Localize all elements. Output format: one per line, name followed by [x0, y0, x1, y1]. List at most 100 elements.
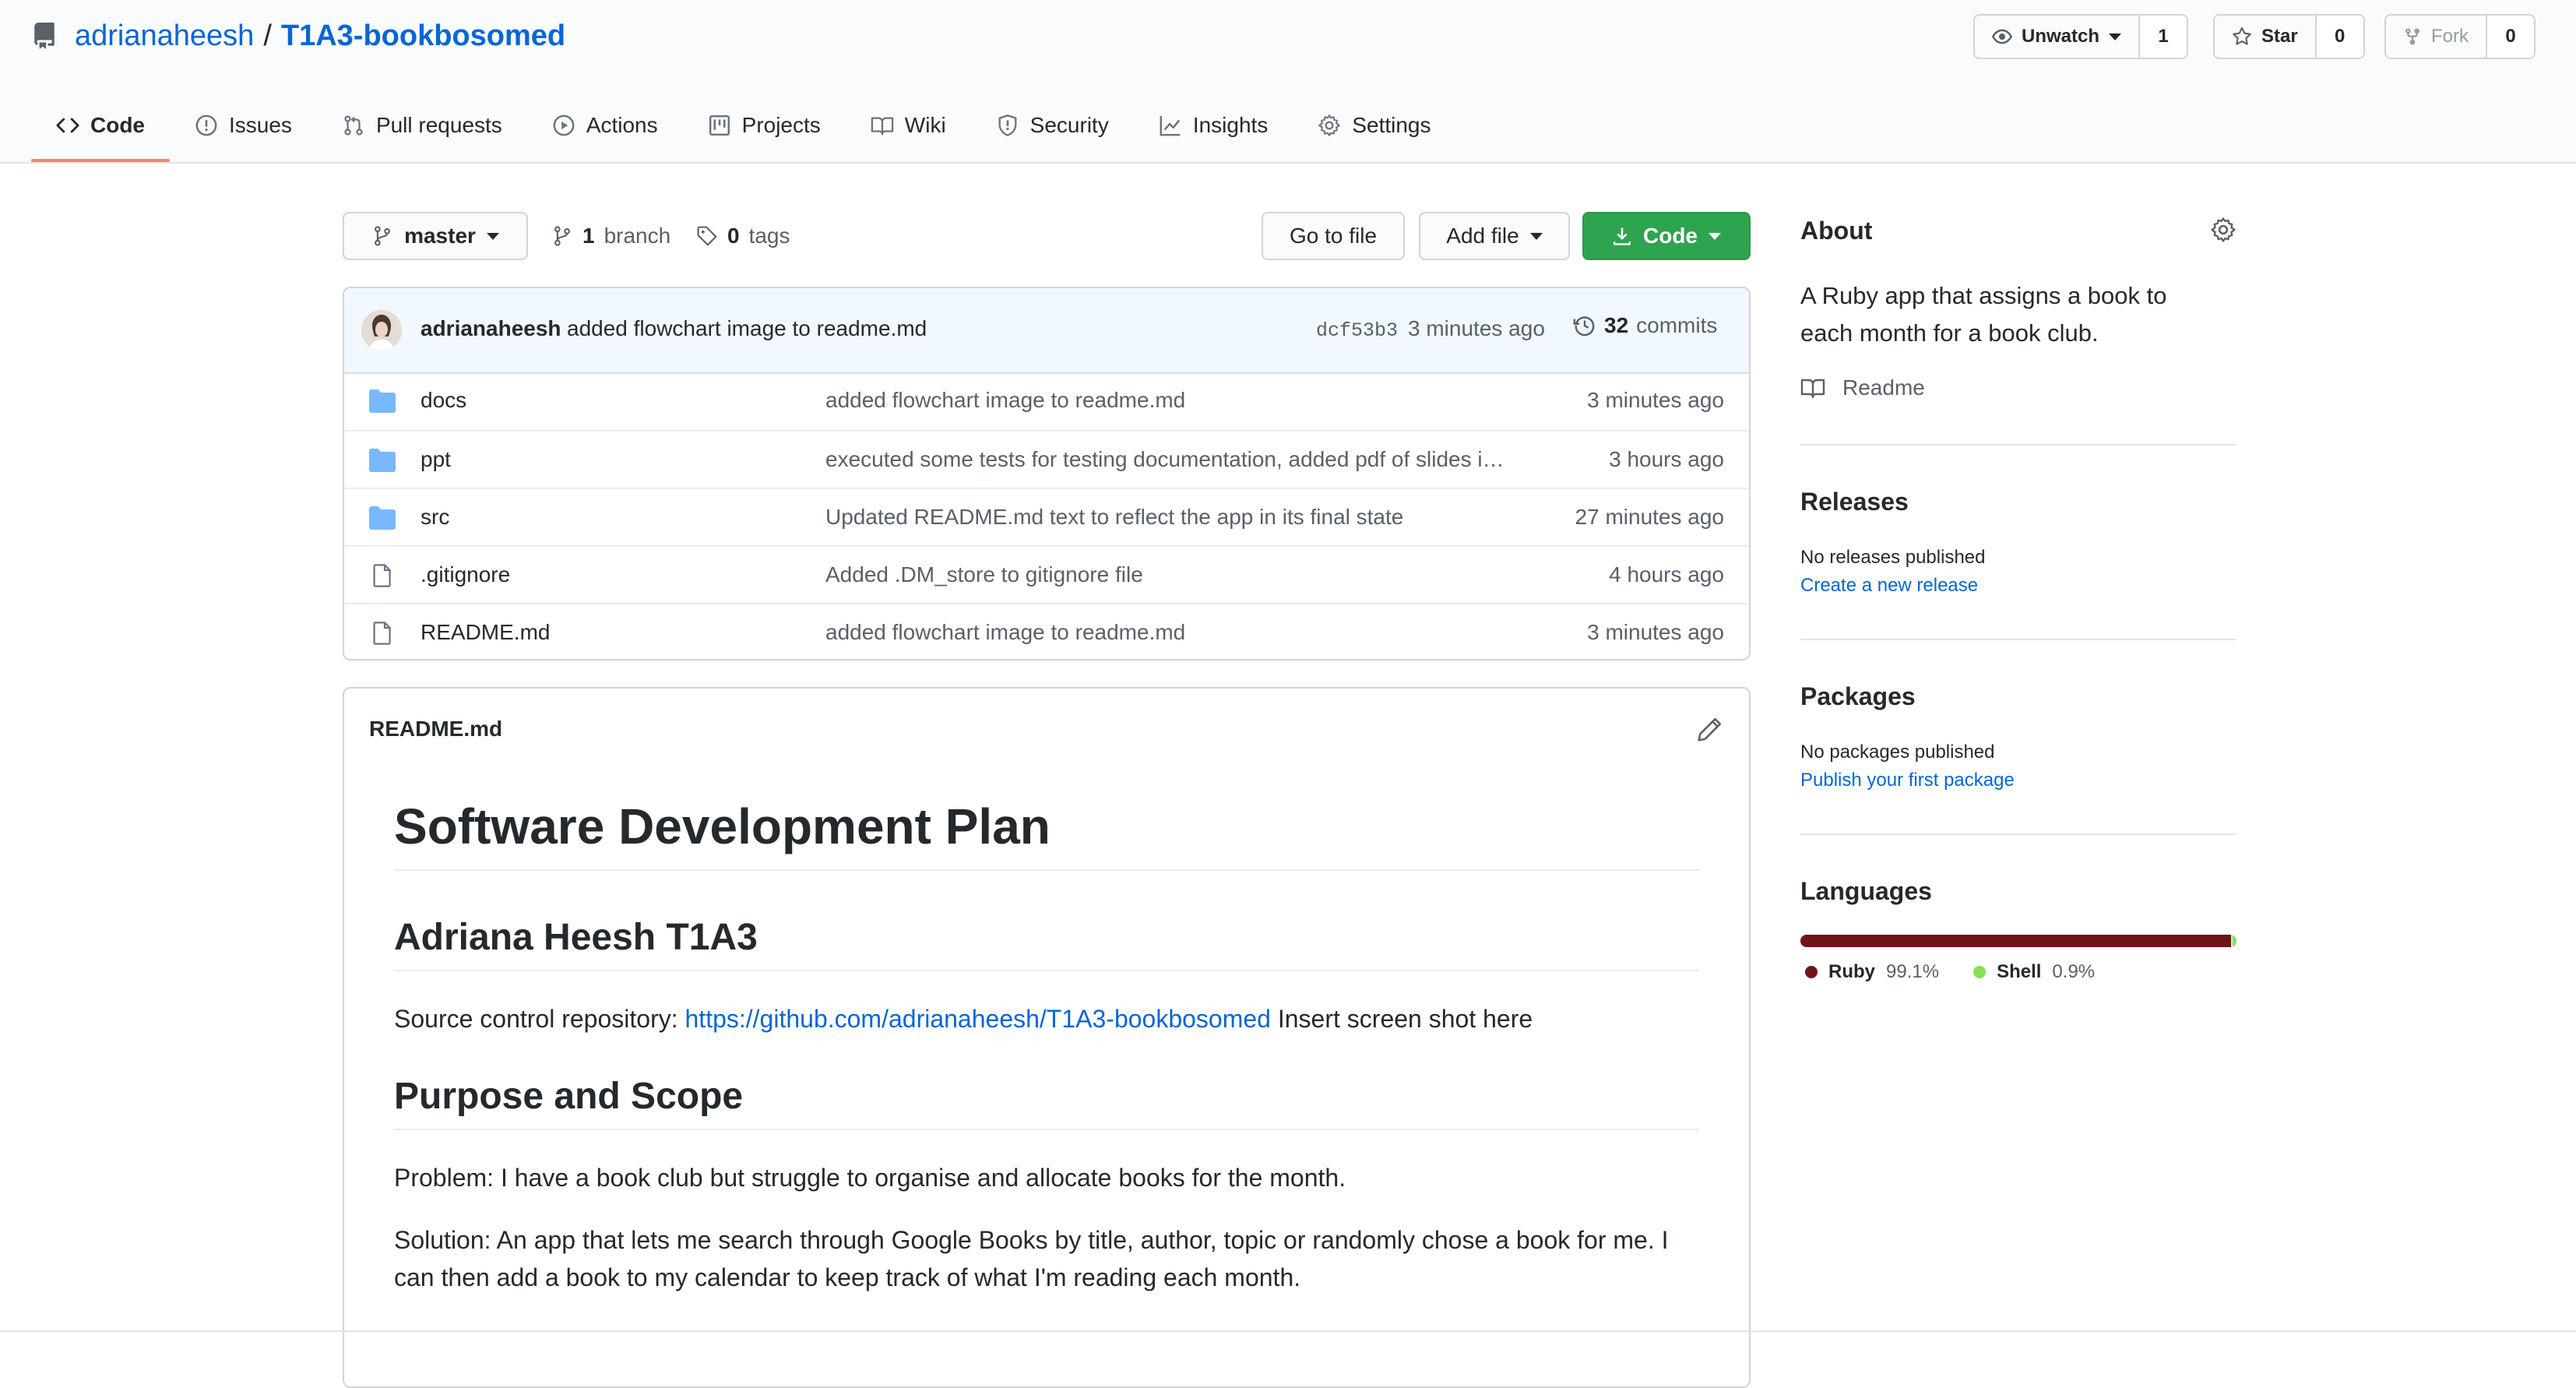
tags-link[interactable]: 0 tags	[696, 212, 790, 260]
file-row[interactable]: ppt executed some tests for testing docu…	[344, 430, 1749, 489]
tab-actions[interactable]: Actions	[527, 90, 683, 160]
commit-time: 3 minutes ago	[1408, 316, 1545, 340]
chevron-down-icon	[2109, 33, 2122, 41]
branch-icon	[375, 226, 391, 246]
star-button[interactable]: Star	[2215, 16, 2315, 58]
file-commit-message[interactable]: Updated README.md text to reflect the ap…	[825, 505, 1526, 530]
file-commit-message[interactable]: Added .DM_store to gitignore file	[825, 562, 1526, 587]
unwatch-button[interactable]: Unwatch	[1975, 16, 2138, 58]
readme-heading-1: Software Development Plan	[394, 798, 1699, 871]
tab-projects[interactable]: Projects	[683, 90, 846, 160]
commit-sha[interactable]: dcf53b3	[1316, 319, 1398, 342]
star-icon	[2233, 26, 2251, 45]
packages-empty-text: No packages published	[1800, 742, 1995, 763]
branch-select-button[interactable]: master	[343, 212, 528, 260]
file-commit-message[interactable]: added flowchart image to readme.md	[825, 388, 1526, 413]
readme-header: README.md	[344, 689, 1749, 774]
fork-button-group: Fork 0	[2384, 14, 2536, 59]
repo-name-link[interactable]: T1A3-bookbosomed	[281, 19, 565, 53]
chevron-down-icon	[486, 232, 499, 240]
commit-author[interactable]: adrianaheesh	[421, 316, 561, 341]
file-row[interactable]: README.md added flowchart image to readm…	[344, 603, 1749, 659]
commits-link[interactable]: 32 commits	[1573, 313, 1717, 338]
readme-sidebar-link[interactable]: Readme	[1800, 375, 1925, 400]
languages-heading: Languages	[1800, 877, 1932, 905]
tab-label: Insights	[1192, 113, 1269, 137]
add-file-label: Add file	[1446, 224, 1519, 248]
file-age: 4 hours ago	[1609, 562, 1724, 587]
pencil-icon[interactable]	[1696, 717, 1723, 743]
packages-heading[interactable]: Packages	[1800, 682, 1916, 711]
repo-owner-link[interactable]: adrianaheesh	[75, 19, 254, 53]
source-tail: Insert screen shot here	[1277, 1005, 1533, 1033]
add-file-button[interactable]: Add file	[1419, 212, 1570, 260]
tab-security[interactable]: Security	[971, 90, 1134, 160]
readme-source-paragraph: Source control repository: https://githu…	[394, 1000, 1699, 1037]
tab-pull-requests[interactable]: Pull requests	[317, 90, 527, 160]
language-item-shell[interactable]: Shell 0.9%	[1973, 961, 2095, 983]
star-button-group: Star 0	[2213, 14, 2365, 59]
tab-wiki[interactable]: Wiki	[846, 90, 971, 160]
language-item-ruby[interactable]: Ruby 99.1%	[1805, 961, 1939, 983]
language-name: Ruby	[1828, 961, 1875, 982]
download-icon	[1614, 227, 1631, 245]
branches-link[interactable]: 1 branch	[551, 212, 670, 260]
gear-icon[interactable]	[2210, 217, 2236, 243]
file-age: 3 minutes ago	[1587, 620, 1724, 644]
latest-commit-bar: adrianaheesh added flowchart image to re…	[344, 288, 1749, 374]
file-row[interactable]: src Updated README.md text to reflect th…	[344, 488, 1749, 547]
readme-heading-purpose: Purpose and Scope	[394, 1075, 1699, 1130]
branch-icon	[554, 226, 570, 246]
project-icon	[709, 114, 730, 136]
file-row[interactable]: docs added flowchart image to readme.md …	[344, 372, 1749, 430]
file-name[interactable]: docs	[421, 388, 466, 413]
readme-solution-line: can then add a book to my calendar to ke…	[394, 1263, 1301, 1291]
eye-icon	[1992, 29, 2012, 44]
folder-icon	[369, 389, 396, 413]
folder-icon	[369, 506, 396, 530]
star-count[interactable]: 0	[2314, 16, 2363, 58]
releases-heading[interactable]: Releases	[1800, 488, 1909, 516]
watch-count[interactable]: 1	[2138, 16, 2187, 58]
code-download-button[interactable]: Code	[1582, 212, 1751, 260]
pull-request-icon	[344, 115, 363, 136]
tab-settings[interactable]: Settings	[1293, 90, 1455, 160]
tab-code[interactable]: Code	[31, 90, 170, 162]
tab-insights[interactable]: Insights	[1134, 90, 1293, 160]
fork-button[interactable]: Fork	[2386, 16, 2486, 58]
file-age: 3 minutes ago	[1587, 388, 1724, 412]
tab-label: Actions	[586, 113, 658, 137]
history-icon	[1573, 316, 1595, 336]
file-name[interactable]: src	[421, 505, 449, 530]
avatar[interactable]	[361, 310, 402, 351]
file-icon	[373, 622, 391, 645]
tab-label: Code	[90, 113, 145, 137]
fork-label: Fork	[2431, 26, 2469, 47]
create-release-link[interactable]: Create a new release	[1800, 575, 1978, 597]
source-repo-link[interactable]: https://github.com/adrianaheesh/T1A3-boo…	[685, 1005, 1271, 1033]
fork-count[interactable]: 0	[2486, 16, 2534, 58]
play-icon	[553, 114, 575, 136]
file-row[interactable]: .gitignore Added .DM_store to gitignore …	[344, 545, 1749, 604]
file-name[interactable]: .gitignore	[421, 562, 510, 587]
commit-message[interactable]: added flowchart image to readme.md	[567, 316, 927, 341]
readme-filename[interactable]: README.md	[369, 717, 502, 742]
tag-icon	[697, 226, 717, 246]
file-name[interactable]: ppt	[421, 447, 451, 472]
file-name[interactable]: README.md	[421, 620, 550, 645]
tab-issues[interactable]: Issues	[170, 90, 317, 160]
tab-label: Issues	[229, 113, 292, 137]
readme-solution-line: Solution: An app that lets me search thr…	[394, 1226, 1669, 1254]
about-line: A Ruby app that assigns a book to	[1800, 282, 2167, 309]
language-list: Ruby 99.1% Shell 0.9%	[1805, 961, 2095, 983]
file-commit-message[interactable]: added flowchart image to readme.md	[825, 620, 1526, 645]
fork-icon	[2405, 28, 2419, 45]
publish-package-link[interactable]: Publish your first package	[1800, 770, 2015, 791]
repo-header: adrianaheesh / T1A3-bookbosomed Unwatch …	[0, 0, 2576, 164]
language-name: Shell	[1997, 961, 2042, 982]
book-icon	[871, 117, 894, 136]
go-to-file-button[interactable]: Go to file	[1262, 212, 1405, 260]
chevron-down-icon	[1709, 232, 1721, 240]
file-commit-message[interactable]: executed some tests for testing document…	[825, 447, 1526, 472]
commit-count: 32	[1604, 313, 1629, 337]
